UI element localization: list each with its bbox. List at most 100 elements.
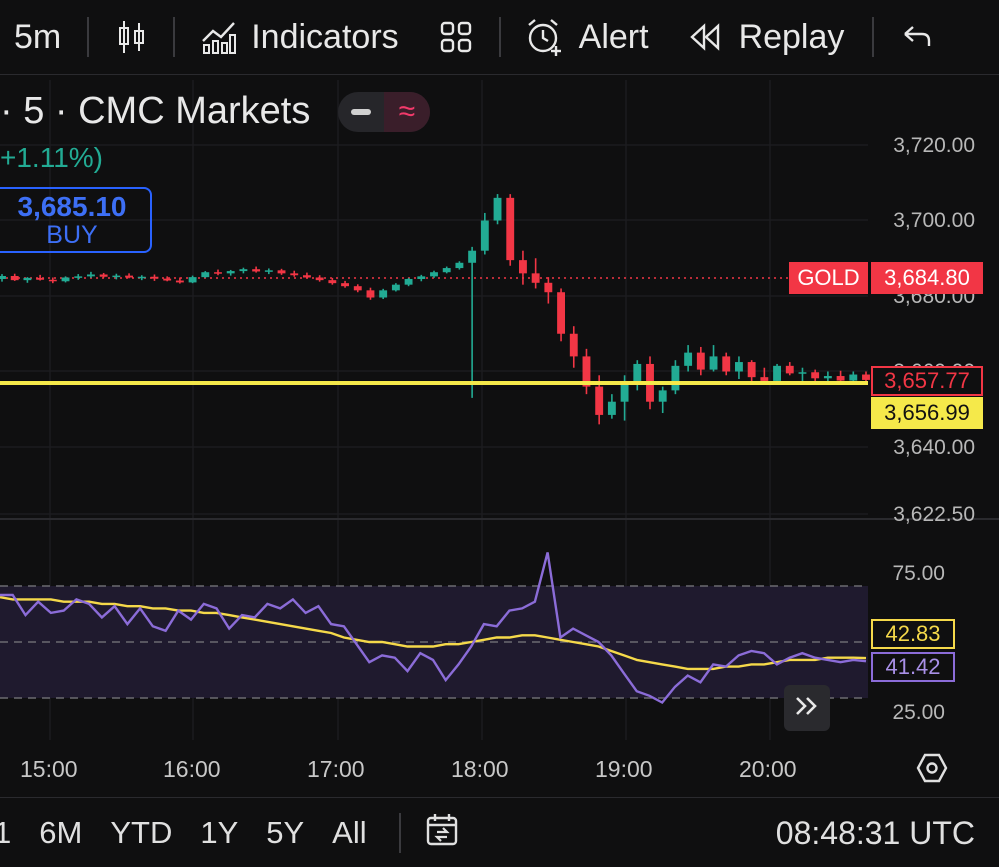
candle xyxy=(99,272,108,278)
candle xyxy=(290,270,299,277)
candle xyxy=(23,277,32,283)
candle-body xyxy=(455,262,464,269)
candle-body xyxy=(99,274,108,277)
candle-body xyxy=(0,275,6,280)
time-tick: 15:00 xyxy=(20,756,78,782)
candle xyxy=(430,270,438,278)
rsi-tick: 75.00 xyxy=(892,562,945,585)
candle xyxy=(709,345,718,372)
candle-body xyxy=(430,272,438,277)
candle-body xyxy=(480,220,489,251)
candle-body xyxy=(239,269,248,272)
candle xyxy=(61,276,70,283)
candle-body xyxy=(519,260,527,274)
candle-body xyxy=(23,277,32,281)
candle xyxy=(798,367,807,383)
candle-body xyxy=(468,250,477,263)
candle-body xyxy=(175,280,184,283)
candle-body xyxy=(671,365,680,391)
candle-body xyxy=(112,275,121,278)
candle xyxy=(531,258,540,289)
candle-body xyxy=(862,374,870,380)
price-tick: 3,622.50 xyxy=(893,503,975,526)
candle xyxy=(671,360,680,395)
buy-price: 3,685.10 xyxy=(17,191,127,222)
candle xyxy=(468,246,477,398)
candle-body xyxy=(442,268,451,273)
candle-body xyxy=(290,273,299,276)
candle-body xyxy=(214,272,222,274)
candle-body xyxy=(87,274,95,277)
candle xyxy=(366,287,375,300)
buy-button[interactable]: 3,685.10 BUY xyxy=(0,187,152,253)
candle xyxy=(303,272,311,279)
go-to-date-button[interactable] xyxy=(425,812,461,853)
time-tick: 20:00 xyxy=(739,756,797,782)
candle-body xyxy=(417,276,426,280)
candle-body xyxy=(823,376,832,379)
price-change: +1.11%) xyxy=(0,142,103,173)
candle xyxy=(74,274,83,280)
candle-body xyxy=(849,374,858,381)
candle-body xyxy=(569,333,578,357)
candle xyxy=(544,277,553,304)
range-1y[interactable]: 1Y xyxy=(200,815,238,851)
candle-body xyxy=(595,386,604,415)
candle xyxy=(264,268,273,275)
calendar-icon xyxy=(425,812,461,853)
time-tick: 18:00 xyxy=(451,756,509,782)
rsi-ma-tag: 42.83 xyxy=(871,619,955,649)
candle xyxy=(10,273,19,281)
candle xyxy=(112,273,121,280)
candle xyxy=(747,360,756,383)
candle-body xyxy=(836,376,845,381)
utc-clock[interactable]: 08:48:31 UTC xyxy=(776,815,975,852)
candle-body xyxy=(366,290,375,298)
candle-body xyxy=(607,401,616,415)
horizontal-line-price-tag: 3,656.99 xyxy=(871,397,983,429)
candle xyxy=(137,275,146,281)
candle-body xyxy=(226,271,235,274)
time-tick: 19:00 xyxy=(595,756,653,782)
legend-toggle[interactable]: ≈ xyxy=(338,92,430,132)
symbol-tag: GOLD xyxy=(789,262,868,294)
wave-icon[interactable]: ≈ xyxy=(384,92,430,132)
candle-body xyxy=(760,377,769,381)
range-6m[interactable]: 6M xyxy=(39,815,82,851)
candle-body xyxy=(10,275,19,281)
candle xyxy=(607,394,616,419)
candle-body xyxy=(811,372,820,379)
chart-settings-button[interactable] xyxy=(916,752,948,784)
candle xyxy=(391,283,400,292)
range-all[interactable]: All xyxy=(332,815,366,851)
candle-body xyxy=(277,270,286,274)
rsi-tag: 41.42 xyxy=(871,652,955,682)
candle xyxy=(785,362,794,376)
candle xyxy=(353,284,362,293)
candle-body xyxy=(391,284,400,291)
scroll-to-latest-button[interactable] xyxy=(784,685,830,731)
candle xyxy=(493,194,502,225)
candle-body xyxy=(201,272,210,278)
candle-body xyxy=(61,277,70,282)
candle-body xyxy=(493,197,502,221)
range-ytd[interactable]: YTD xyxy=(110,815,172,851)
range-5y[interactable]: 5Y xyxy=(266,815,304,851)
candle xyxy=(455,261,464,270)
candle xyxy=(658,386,667,414)
symbol-legend[interactable]: · 5 · CMC Markets xyxy=(0,90,310,133)
range-1[interactable]: 1 xyxy=(0,815,11,851)
candle xyxy=(315,275,324,282)
candle xyxy=(569,326,578,368)
candle-body xyxy=(74,276,83,278)
candle-body xyxy=(506,197,515,261)
candle-body xyxy=(658,390,667,402)
candle-body xyxy=(353,286,362,291)
candle xyxy=(328,277,337,285)
price-tick: 3,720.00 xyxy=(893,134,975,157)
candle-body xyxy=(150,276,159,279)
candle-body xyxy=(773,365,781,381)
collapse-icon[interactable] xyxy=(338,92,384,132)
candle-body xyxy=(404,279,413,285)
candle-body xyxy=(315,277,324,281)
